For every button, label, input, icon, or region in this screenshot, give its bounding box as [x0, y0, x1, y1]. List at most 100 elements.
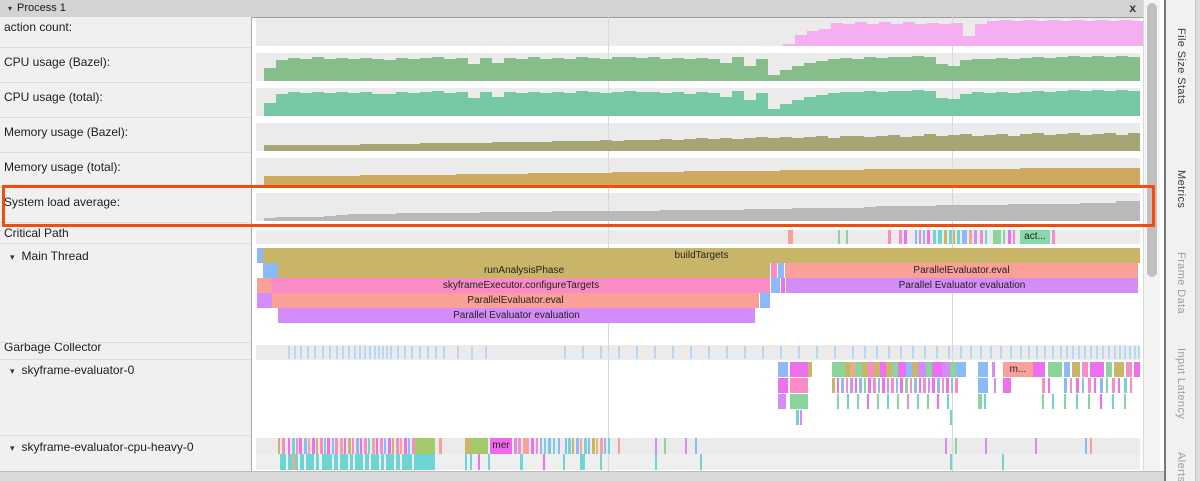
gc-event-tick[interactable]	[386, 346, 388, 359]
trace-segment[interactable]: Parallel Evaluator evaluation	[278, 308, 755, 323]
gc-event-tick[interactable]	[762, 346, 764, 359]
track-label-skyframe-evaluator-0[interactable]: ▾skyframe-evaluator-0	[10, 363, 134, 377]
trace-segment[interactable]	[956, 362, 966, 377]
trace-segment[interactable]	[955, 438, 957, 454]
trace-segment[interactable]	[937, 394, 939, 409]
trace-segment[interactable]	[1100, 394, 1102, 409]
process-header[interactable]: ▾Process 1 x	[0, 0, 1143, 18]
trace-segment[interactable]	[868, 378, 871, 393]
trace-segment[interactable]	[320, 438, 323, 454]
gc-event-tick[interactable]	[1102, 346, 1104, 359]
gc-event-tick[interactable]	[888, 346, 890, 359]
trace-segment[interactable]	[1048, 378, 1050, 393]
gc-event-tick[interactable]	[411, 346, 413, 359]
trace-segment[interactable]	[664, 438, 666, 454]
trace-segment[interactable]	[942, 362, 950, 377]
gc-event-tick[interactable]	[288, 346, 290, 359]
trace-segment[interactable]	[608, 438, 610, 454]
trace-segment[interactable]	[316, 454, 319, 470]
trace-segment[interactable]	[900, 378, 903, 393]
trace-segment[interactable]: act...	[1020, 230, 1050, 244]
gc-event-tick[interactable]	[322, 346, 324, 359]
trace-segment[interactable]	[914, 378, 917, 393]
trace-segment[interactable]	[340, 438, 343, 454]
trace-segment[interactable]	[695, 438, 697, 454]
gc-event-tick[interactable]	[369, 346, 371, 359]
trace-segment[interactable]	[1082, 378, 1084, 393]
gc-event-tick[interactable]	[1028, 346, 1030, 359]
trace-segment[interactable]	[308, 438, 310, 454]
trace-segment[interactable]	[932, 362, 942, 377]
gc-event-tick[interactable]	[618, 346, 620, 359]
gc-event-tick[interactable]	[970, 346, 972, 359]
trace-segment[interactable]	[1076, 394, 1078, 409]
trace-segment[interactable]	[927, 394, 929, 409]
trace-segment[interactable]	[304, 438, 307, 454]
trace-segment[interactable]	[478, 454, 480, 470]
trace-segment[interactable]	[600, 438, 603, 454]
trace-segment[interactable]	[396, 454, 400, 470]
track-label-skyframe-evaluator-cpu-heavy-0[interactable]: ▾skyframe-evaluator-cpu-heavy-0	[10, 440, 194, 454]
trace-segment[interactable]	[340, 454, 348, 470]
trace-segment[interactable]	[898, 362, 906, 377]
gc-event-tick[interactable]	[1072, 346, 1074, 359]
trace-segment[interactable]	[563, 454, 565, 470]
trace-segment[interactable]	[938, 230, 942, 244]
trace-segment[interactable]	[388, 438, 391, 454]
trace-segment[interactable]	[864, 378, 866, 393]
trace-segment[interactable]	[1106, 378, 1108, 393]
trace-segment[interactable]	[376, 438, 378, 454]
trace-segment[interactable]	[850, 378, 853, 393]
trace-segment[interactable]	[592, 438, 595, 454]
trace-segment[interactable]	[937, 378, 940, 393]
tab-frame-data[interactable]: Frame Data	[1175, 252, 1187, 314]
trace-segment[interactable]	[520, 454, 523, 470]
trace-segment[interactable]	[553, 438, 555, 454]
trace-segment[interactable]	[978, 362, 988, 377]
gc-event-tick[interactable]	[600, 346, 602, 359]
trace-segment[interactable]: ParallelEvaluator.eval	[272, 293, 759, 308]
trace-segment[interactable]	[953, 230, 955, 244]
trace-segment[interactable]	[969, 230, 972, 244]
trace-segment[interactable]	[372, 438, 375, 454]
gc-event-tick[interactable]	[1119, 346, 1121, 359]
counter-chart-cpu-bazel[interactable]	[264, 53, 1140, 81]
track-area[interactable]: act...buildTargetsrunAnalysisPhaseParall…	[252, 17, 1143, 471]
trace-segment[interactable]	[837, 394, 839, 409]
trace-segment[interactable]	[1088, 394, 1090, 409]
trace-segment[interactable]	[306, 454, 314, 470]
gc-event-tick[interactable]	[374, 346, 376, 359]
gc-event-tick[interactable]	[1124, 346, 1126, 359]
trace-segment[interactable]	[334, 454, 338, 470]
trace-segment[interactable]	[942, 378, 944, 393]
gc-event-tick[interactable]	[471, 346, 473, 359]
trace-segment[interactable]	[414, 454, 435, 470]
trace-segment[interactable]	[910, 378, 912, 393]
trace-segment[interactable]	[846, 378, 848, 393]
trace-segment[interactable]	[1124, 394, 1126, 409]
collapse-track-icon[interactable]: ▾	[10, 443, 15, 454]
trace-segment[interactable]	[572, 438, 574, 454]
trace-segment[interactable]	[778, 394, 786, 409]
trace-segment[interactable]	[312, 438, 315, 454]
trace-segment[interactable]	[974, 230, 977, 244]
trace-segment[interactable]	[324, 438, 326, 454]
trace-segment[interactable]	[1048, 362, 1062, 377]
trace-segment[interactable]	[927, 230, 930, 244]
trace-segment[interactable]	[899, 230, 902, 244]
gc-event-tick[interactable]	[1096, 346, 1098, 359]
gc-event-tick[interactable]	[1044, 346, 1046, 359]
trace-segment[interactable]	[558, 438, 560, 454]
gc-event-tick[interactable]	[419, 346, 421, 359]
trace-segment[interactable]	[955, 378, 958, 393]
trace-segment[interactable]	[365, 454, 369, 470]
trace-segment[interactable]	[381, 454, 384, 470]
trace-segment[interactable]	[907, 394, 909, 409]
trace-segment[interactable]	[685, 438, 687, 454]
trace-segment[interactable]	[439, 438, 442, 454]
trace-segment[interactable]	[1076, 378, 1079, 393]
trace-segment[interactable]	[523, 438, 529, 454]
trace-segment[interactable]	[257, 293, 272, 308]
trace-segment[interactable]	[994, 378, 996, 393]
collapse-track-icon[interactable]: ▾	[10, 366, 15, 377]
